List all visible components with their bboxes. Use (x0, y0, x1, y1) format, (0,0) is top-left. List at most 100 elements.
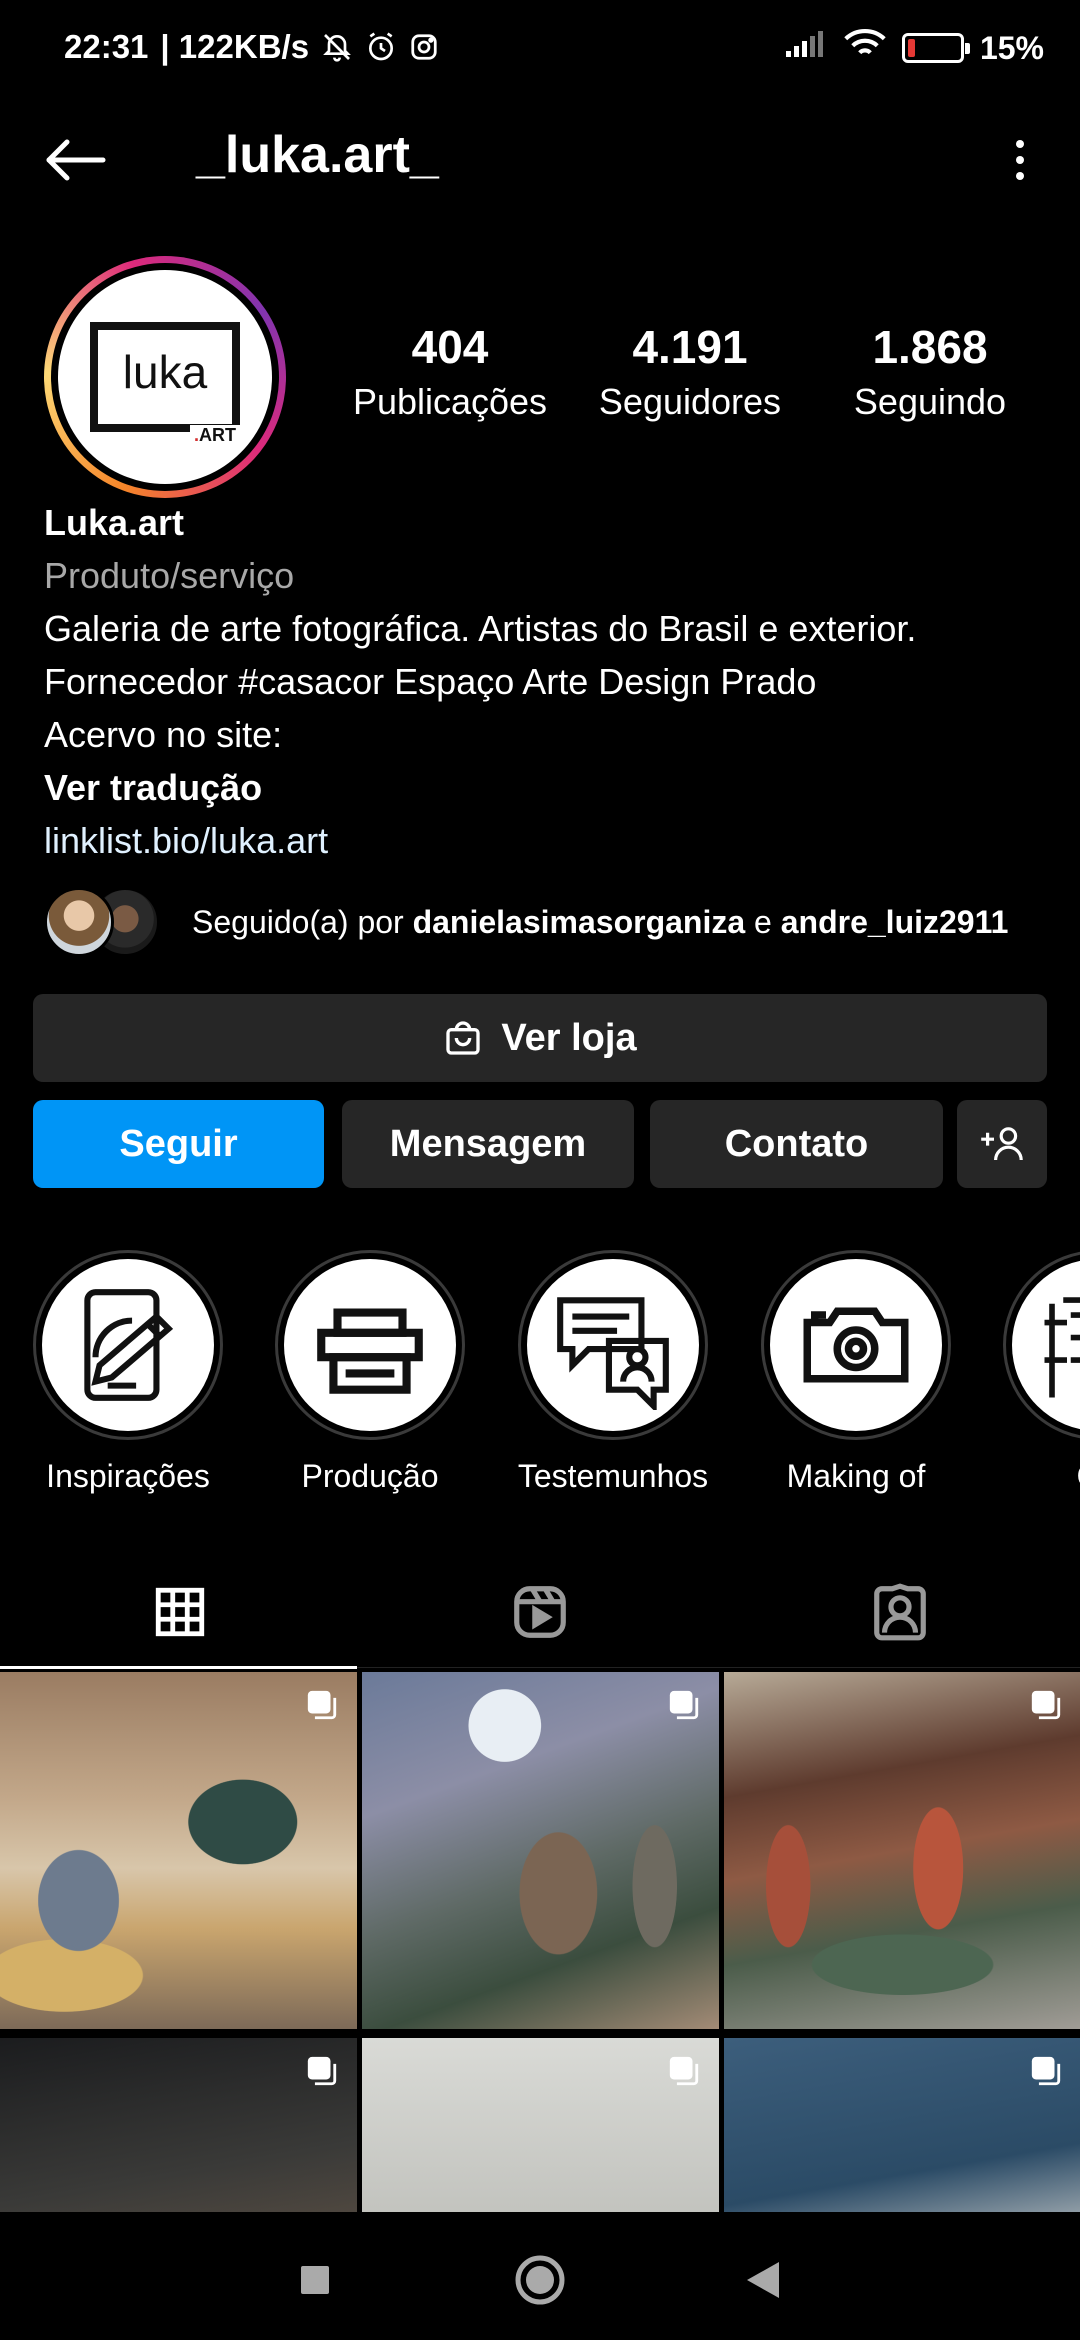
profile-username: _luka.art_ (196, 126, 439, 184)
profile-stats: 404 Publicações 4.191 Seguidores 1.868 S… (330, 322, 1050, 423)
story-highlights: Inspirações Produção Testemunhos Making … (0, 1250, 1080, 1500)
recents-button[interactable] (285, 2250, 345, 2310)
tab-tagged[interactable] (720, 1556, 1080, 1668)
followed-by[interactable]: Seguido(a) por danielasimasorganiza e an… (44, 884, 1044, 960)
view-shop-button[interactable]: Ver loja (33, 994, 1047, 1082)
battery-icon (901, 33, 970, 63)
post-thumbnail[interactable] (724, 1672, 1080, 2029)
profile-tabs (0, 1556, 1080, 1669)
highlight-testemunhos[interactable]: Testemunhos (513, 1250, 713, 1495)
multiple-photos-icon (1031, 2056, 1061, 2086)
tablet-pencil-icon (84, 1289, 174, 1401)
more-vertical-icon-dot (1016, 140, 1024, 148)
stat-posts[interactable]: 404 Publicações (330, 322, 570, 423)
multiple-photos-icon (669, 1690, 699, 1720)
status-time: 22:31 (64, 28, 149, 65)
stat-value: 1.868 (872, 321, 988, 373)
follower-avatar (44, 887, 114, 957)
profile-avatar[interactable]: luka .ART (44, 256, 286, 498)
stat-following[interactable]: 1.868 Seguindo (810, 322, 1050, 423)
tagged-person-icon (874, 1583, 926, 1641)
follower-username: andre_luiz2911 (780, 903, 1009, 940)
home-circle-icon (515, 2255, 565, 2305)
signal-icon (784, 29, 828, 67)
battery-percent: 15% (979, 29, 1044, 66)
tab-reels[interactable] (360, 1556, 720, 1668)
add-person-icon (981, 1127, 1023, 1161)
highlight-making-of[interactable]: Making of (756, 1250, 956, 1495)
contact-button[interactable]: Contato (650, 1100, 943, 1188)
bio-line: Fornecedor #casacor Espaço Arte Design P… (44, 661, 817, 702)
printer-icon (317, 1308, 423, 1394)
followed-by-text: Seguido(a) por danielasimasorganiza e an… (192, 903, 1009, 940)
profile-link[interactable]: linklist.bio/luka.art (44, 814, 1044, 867)
system-nav-bar (0, 2212, 1080, 2340)
multiple-photos-icon (1031, 1690, 1061, 1720)
post-thumbnail[interactable] (0, 1672, 357, 2029)
more-options-button[interactable] (1000, 130, 1040, 190)
battery-level (907, 39, 916, 57)
system-back-button[interactable] (733, 2250, 793, 2310)
stat-value: 4.191 (632, 321, 748, 373)
suggested-people-button[interactable] (957, 1100, 1047, 1188)
recents-square-icon (301, 2266, 329, 2294)
home-button[interactable] (510, 2250, 570, 2310)
logo-sub: .ART (189, 425, 240, 446)
highlight-label: Produção (301, 1458, 439, 1494)
top-bar: _luka.art_ (0, 100, 1080, 220)
stat-label: Publicações (352, 380, 548, 422)
multiple-photos-icon (669, 2056, 699, 2086)
translate-link[interactable]: Ver tradução (44, 761, 1044, 814)
highlight-producao[interactable]: Produção (270, 1250, 470, 1495)
message-button[interactable]: Mensagem (342, 1100, 634, 1188)
highlight-label: Testemunhos (517, 1458, 709, 1494)
logo-text: luka (122, 346, 208, 398)
more-vertical-icon-dot (1016, 156, 1024, 164)
follow-button[interactable]: Seguir (33, 1100, 324, 1188)
reels-icon (514, 1586, 566, 1638)
multiple-photos-icon (307, 2056, 337, 2086)
highlight-ori[interactable]: Ori (998, 1250, 1080, 1495)
back-button[interactable] (40, 130, 110, 190)
wifi-icon (844, 28, 886, 68)
camera-icon (803, 1307, 909, 1383)
highlight-inspiracoes[interactable]: Inspirações (28, 1250, 228, 1495)
post-thumbnail[interactable] (724, 2038, 1080, 2212)
stat-label: Seguidores (598, 380, 782, 422)
highlight-label: Inspirações (46, 1458, 210, 1494)
highlight-label: Ori (998, 1458, 1080, 1495)
stat-followers[interactable]: 4.191 Seguidores (570, 322, 810, 423)
mute-bell-icon (321, 31, 353, 63)
instagram-icon (409, 32, 439, 62)
stat-value: 404 (411, 321, 489, 373)
highlight-label: Making of (786, 1458, 926, 1494)
alarm-icon (365, 31, 397, 63)
stat-label: Seguindo (853, 380, 1007, 422)
arrow-left-icon (46, 139, 106, 181)
profile-name: Luka.art (44, 502, 185, 543)
bio-line: Galeria de arte fotográfica. Artistas do… (44, 608, 917, 649)
profile-bio: Luka.art Produto/serviço Galeria de arte… (44, 496, 1044, 867)
bio-line: Acervo no site: (44, 714, 283, 755)
post-thumbnail[interactable] (362, 2038, 719, 2212)
posts-grid (0, 1672, 1080, 2212)
post-thumbnail[interactable] (0, 2038, 357, 2212)
chat-bubbles-icon (557, 1297, 669, 1410)
status-left: 22:31 | 122KB/s (64, 28, 439, 66)
view-shop-label: Ver loja (501, 1016, 637, 1059)
more-vertical-icon-dot (1016, 172, 1024, 180)
back-triangle-icon (747, 2262, 779, 2298)
shopping-bag-icon (446, 1021, 481, 1055)
multiple-photos-icon (307, 1690, 337, 1720)
status-bar: 22:31 | 122KB/s 15% (0, 0, 1080, 100)
follower-username: danielasimasorganiza (412, 903, 746, 940)
network-speed: | 122KB/s (160, 28, 310, 65)
logo-box: luka .ART (90, 322, 240, 446)
grid-icon (155, 1587, 205, 1637)
action-buttons: Seguir Mensagem Contato (33, 1100, 1047, 1188)
building-icon (1044, 1297, 1080, 1398)
post-thumbnail[interactable] (362, 1672, 719, 2029)
avatar-logo: luka .ART (58, 270, 272, 484)
status-right: 15% (784, 28, 1044, 68)
tab-grid[interactable] (0, 1556, 360, 1669)
